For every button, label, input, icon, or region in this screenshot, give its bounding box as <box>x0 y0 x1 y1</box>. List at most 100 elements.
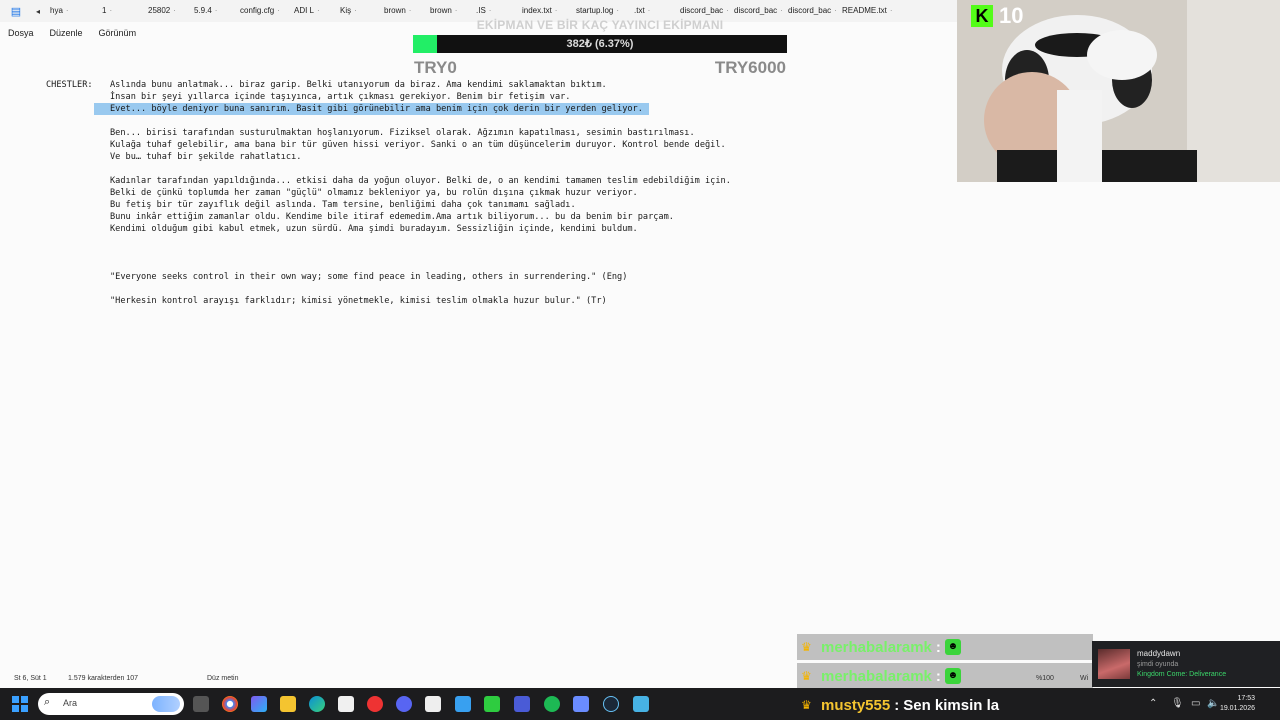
tab-label: hya <box>50 6 63 15</box>
tab-label: brown <box>384 6 406 15</box>
donation-max-label: TRY6000 <box>714 58 786 77</box>
tab[interactable]: discord_bac · <box>784 0 838 22</box>
minecraft-icon[interactable] <box>484 696 500 712</box>
webcam-feed: K 10 <box>957 0 1280 182</box>
chat-colon: : <box>935 638 941 656</box>
char-count: 1.579 karakterden 107 <box>68 675 139 682</box>
clock-time: 17:53 <box>1237 695 1255 702</box>
tab-label: README.txt <box>842 6 887 15</box>
app-icon-lightblue[interactable] <box>573 696 589 712</box>
tab[interactable]: README.txt· <box>838 0 892 22</box>
search-highlight-icon <box>152 696 180 712</box>
speaker-label: CHESTLER: <box>46 80 93 90</box>
emote-icon: ☻ <box>944 639 961 655</box>
text-line: Kadınlar tarafından yapıldığında... etki… <box>110 176 731 186</box>
search-icon: ⌕ <box>44 696 51 708</box>
text-line: Ve bu… tuhaf bir şekilde rahatlatıcı. <box>110 152 302 162</box>
network-icon[interactable]: ▭ <box>1191 698 1200 709</box>
tab[interactable]: 5.9.4 · <box>190 0 236 22</box>
crown-icon: ♛ <box>801 698 812 712</box>
text-line: Aslında bunu anlatmak... biraz garip. Be… <box>110 80 607 90</box>
viewer-count: 10 <box>999 3 1024 28</box>
tab[interactable]: config.cfg · <box>236 0 290 22</box>
text-line: Kulağa tuhaf gelebilir, ama bana bir tür… <box>110 140 726 150</box>
close-icon[interactable]: · <box>66 6 69 15</box>
line-ending[interactable]: Wi <box>1080 675 1088 682</box>
close-icon[interactable]: · <box>354 6 357 15</box>
taskbar-search[interactable]: ⌕ Ara <box>38 693 184 715</box>
menu-file[interactable]: Dosya <box>0 28 42 38</box>
close-icon[interactable]: · <box>834 6 837 15</box>
close-icon[interactable]: · <box>215 6 218 15</box>
app-icon-red[interactable] <box>367 696 383 712</box>
chevron-up-icon[interactable]: ⌃ <box>1149 698 1157 709</box>
donation-goal-overlay: EKİPMAN VE BİR KAÇ YAYINCI EKİPMANI 382₺… <box>412 14 788 80</box>
close-icon[interactable]: · <box>277 6 280 15</box>
screen: ▤ ◂ hya · 1 · 25802 · 5.9.4 · config.cfg · ADI L · K… <box>0 0 1280 720</box>
microphone-icon[interactable]: 🎙 <box>1171 698 1184 709</box>
search-placeholder: Ara <box>63 698 78 708</box>
spotify-icon[interactable] <box>544 696 560 712</box>
chat-text: Sen kimsin la <box>903 696 1000 714</box>
kick-viewer-badge: K 10 <box>971 3 1023 29</box>
status-bar: St 6, Süt 1 1.579 karakterden 107 Düz me… <box>0 670 1280 688</box>
presence-state: şimdi oyunda <box>1137 661 1179 668</box>
tab-label: 25802 <box>148 6 171 15</box>
app-icon-blue[interactable] <box>455 696 471 712</box>
tab[interactable]: Kiş · <box>336 0 380 22</box>
taskbar: ⌕ Ara ♛ musty555 : Sen kimsin la ⌃ 🎙 ▭ 🔈 <box>0 688 1280 720</box>
tab-label: discord_bac <box>788 6 832 15</box>
menu-edit[interactable]: Düzenle <box>42 28 91 38</box>
notepad-taskbar-icon[interactable] <box>633 696 649 712</box>
chat-username: musty555 <box>821 696 891 714</box>
crown-icon: ♛ <box>801 640 812 654</box>
chrome-icon[interactable] <box>222 696 238 712</box>
file-explorer-icon[interactable] <box>280 696 296 712</box>
donation-min-label: TRY0 <box>414 58 457 77</box>
task-view-icon[interactable] <box>193 696 209 712</box>
tab-label: 5.9.4 <box>194 6 212 15</box>
app-icon-indigo[interactable] <box>514 696 530 712</box>
close-icon[interactable]: · <box>173 6 176 15</box>
close-icon[interactable]: · <box>317 6 320 15</box>
text-mode: Düz metin <box>207 675 239 682</box>
tab[interactable]: hya · <box>46 0 98 22</box>
text-editor[interactable]: CHESTLER: Aslında bunu anlatmak... biraz… <box>0 44 960 664</box>
close-icon[interactable]: · <box>109 6 112 15</box>
tab-label: config.cfg <box>240 6 275 15</box>
clock-date: 19.01.2026 <box>1219 705 1255 712</box>
text-line: Kendimi olduğum gibi kabul etmek, uzun s… <box>110 224 638 234</box>
tab-label: ADI L <box>294 6 315 15</box>
tab-label: 1 <box>102 6 107 15</box>
text-line: "Everyone seeks control in their own way… <box>110 272 628 282</box>
discord-icon[interactable] <box>396 696 412 712</box>
copilot-icon[interactable] <box>251 696 267 712</box>
text-line: Bunu inkâr ettiğim zamanlar oldu. Kendim… <box>110 212 674 222</box>
donation-title: EKİPMAN VE BİR KAÇ YAYINCI EKİPMANI <box>476 18 724 32</box>
chat-colon: : <box>894 696 900 714</box>
capcut-icon[interactable] <box>425 696 441 712</box>
text-line: Ben... birisi tarafından susturulmaktan … <box>110 128 695 138</box>
tab[interactable]: 1 · <box>98 0 144 22</box>
notepad-icon: ▤ <box>10 5 22 18</box>
store-icon[interactable] <box>338 696 354 712</box>
text-line: "Herkesin kontrol arayışı farklıdır; kim… <box>110 296 607 306</box>
tab[interactable]: 25802 · <box>144 0 190 22</box>
chevron-left-icon[interactable]: ◂ <box>30 7 46 16</box>
kick-logo-icon: K <box>971 5 993 27</box>
menu-view[interactable]: Görünüm <box>91 28 145 38</box>
text-line: Belki de çünkü toplumda her zaman "güçlü… <box>110 188 638 198</box>
zoom-level[interactable]: %100 <box>1036 675 1054 682</box>
steam-icon[interactable] <box>603 696 619 712</box>
edge-icon[interactable] <box>309 696 325 712</box>
chat-message: ♛ merhabalaramk : ☻ <box>797 634 1093 660</box>
tab-label: Kiş <box>340 6 352 15</box>
close-icon[interactable]: · <box>890 6 892 15</box>
chat-message: ♛ musty555 : Sen kimsin la <box>797 692 999 718</box>
speaker-icon[interactable]: 🔈 <box>1207 698 1219 709</box>
clock[interactable]: 17:53 19.01.2026 <box>1220 694 1255 714</box>
presence-username: maddydawn <box>1137 649 1181 658</box>
selected-text-line: Evet... böyle deniyor buna sanırım. Basi… <box>94 103 649 115</box>
windows-start-icon[interactable] <box>12 696 28 712</box>
tab[interactable]: ADI L · <box>290 0 336 22</box>
